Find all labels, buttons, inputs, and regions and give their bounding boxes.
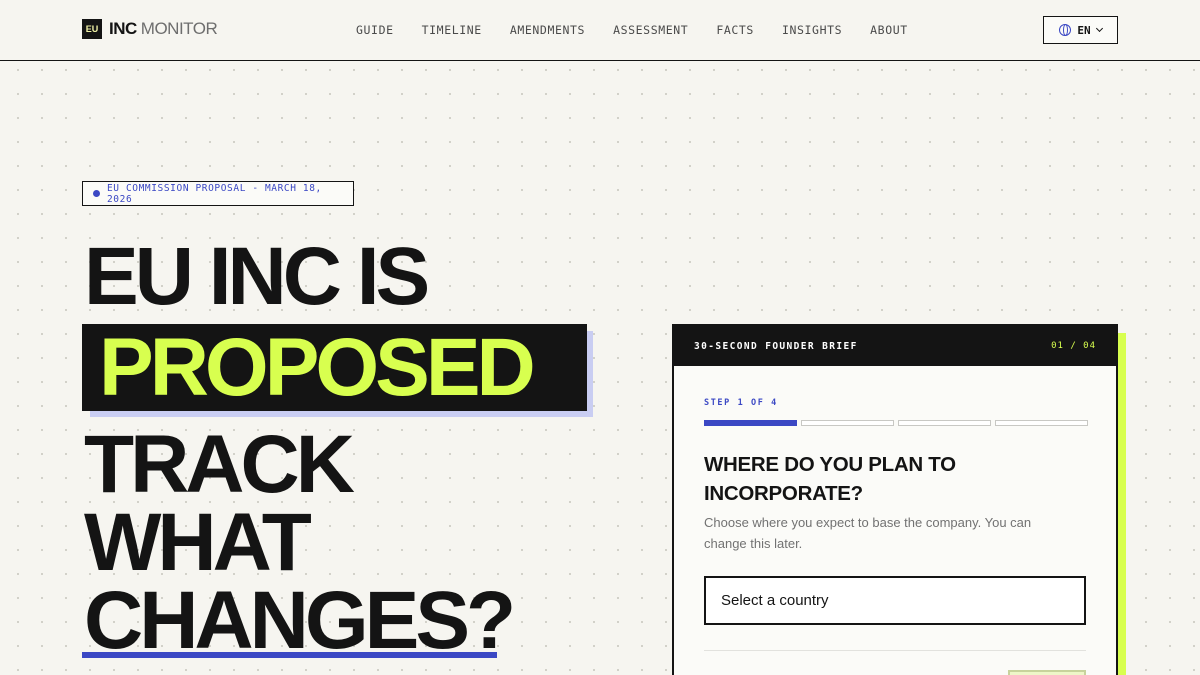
founder-brief-card: 30-SECOND FOUNDER BRIEF 01 / 04 STEP 1 O…	[672, 324, 1118, 675]
brief-helper-text: Choose where you expect to base the comp…	[704, 515, 1032, 551]
country-select[interactable]: Select a country	[704, 576, 1086, 625]
brief-question: WHERE DO YOU PLAN TO INCORPORATE?	[704, 453, 956, 505]
site-logo[interactable]: EU INC MONITOR	[82, 19, 218, 39]
card-divider	[704, 650, 1086, 651]
language-current: EN	[1077, 23, 1091, 37]
nav-amendments[interactable]: AMENDMENTS	[510, 23, 585, 37]
logo-badge: EU	[82, 19, 102, 39]
headline-line-3: TRACK	[84, 419, 355, 510]
progress-segment	[898, 420, 991, 426]
nav-facts[interactable]: FACTS	[716, 23, 754, 37]
step-label: STEP 1 OF 4	[704, 398, 778, 408]
headline-line-4: WHAT	[84, 497, 312, 588]
nav-guide[interactable]: GUIDE	[356, 23, 394, 37]
proposal-badge: EU COMMISSION PROPOSAL - MARCH 18, 2026	[82, 181, 354, 206]
headline-highlight-text: PROPOSED	[82, 322, 587, 413]
site-header: EU INC MONITOR GUIDE TIMELINE AMENDMENTS …	[0, 0, 1200, 61]
next-button[interactable]	[1008, 670, 1086, 675]
main-nav: GUIDE TIMELINE AMENDMENTS ASSESSMENT FAC…	[356, 23, 908, 37]
brief-card-header: 30-SECOND FOUNDER BRIEF 01 / 04	[674, 326, 1116, 366]
nav-insights[interactable]: INSIGHTS	[782, 23, 842, 37]
progress-segment	[704, 420, 797, 426]
headline-line-1: EU INC IS	[84, 231, 430, 322]
progress-segment	[995, 420, 1088, 426]
nav-about[interactable]: ABOUT	[870, 23, 908, 37]
nav-assessment[interactable]: ASSESSMENT	[613, 23, 688, 37]
progress-segment	[801, 420, 894, 426]
headline-line-5: CHANGES?	[84, 575, 516, 666]
badge-dot-icon	[93, 190, 100, 197]
language-switcher[interactable]: EN	[1043, 16, 1118, 44]
logo-name-light: MONITOR	[140, 19, 218, 38]
step-progress	[704, 420, 1088, 426]
brief-step-count: 01 / 04	[1051, 341, 1096, 351]
brief-title: 30-SECOND FOUNDER BRIEF	[694, 340, 858, 352]
logo-name-strong: INC	[109, 19, 137, 38]
nav-timeline[interactable]: TIMELINE	[422, 23, 482, 37]
globe-icon	[1059, 24, 1072, 36]
badge-text: EU COMMISSION PROPOSAL - MARCH 18, 2026	[106, 182, 322, 205]
logo-wordmark: INC MONITOR	[109, 19, 218, 39]
chevron-down-icon	[1095, 24, 1103, 33]
headline-underline	[82, 652, 497, 658]
